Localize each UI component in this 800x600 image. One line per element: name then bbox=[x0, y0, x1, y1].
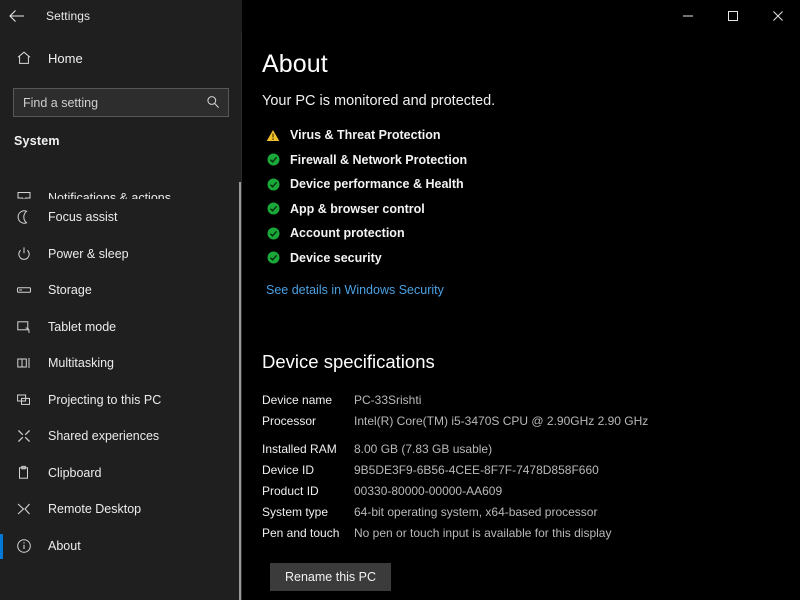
sidebar-item-about[interactable]: About bbox=[0, 528, 242, 565]
search-icon[interactable] bbox=[205, 94, 221, 110]
spec-row-device-id: Device ID 9B5DE3F9-6B56-4CEE-8F7F-7478D8… bbox=[262, 459, 732, 480]
remote-desktop-icon bbox=[15, 500, 33, 518]
sidebar-item-home[interactable]: Home bbox=[0, 43, 242, 73]
sidebar-item-shared-experiences[interactable]: Shared experiences bbox=[0, 418, 242, 455]
info-circle-icon bbox=[15, 537, 33, 555]
sidebar-item-projecting[interactable]: Projecting to this PC bbox=[0, 382, 242, 419]
settings-window: Settings Home bbox=[0, 0, 800, 600]
maximize-button[interactable] bbox=[710, 0, 755, 32]
security-status-row[interactable]: Firewall & Network Protection bbox=[262, 148, 800, 173]
search-input[interactable] bbox=[13, 88, 229, 117]
storage-icon bbox=[15, 281, 33, 299]
spec-value: PC-33Srishti bbox=[354, 391, 421, 409]
sidebar-item-label: About bbox=[48, 539, 81, 553]
spec-label: Installed RAM bbox=[262, 440, 354, 458]
search-container bbox=[13, 88, 230, 117]
sidebar-item-label: Notifications & actions bbox=[48, 191, 171, 199]
security-status-label: Account protection bbox=[290, 226, 405, 240]
sidebar-item-label: Storage bbox=[48, 283, 92, 297]
shared-experiences-icon bbox=[15, 427, 33, 445]
window-title: Settings bbox=[46, 9, 90, 23]
check-circle-icon bbox=[266, 177, 280, 191]
spec-row-device-name: Device name PC-33Srishti bbox=[262, 389, 732, 410]
sidebar-item-label: Focus assist bbox=[48, 210, 117, 224]
moon-icon bbox=[15, 208, 33, 226]
warning-triangle-icon bbox=[266, 128, 280, 142]
security-status-label: Virus & Threat Protection bbox=[290, 128, 441, 142]
sidebar-home-label: Home bbox=[48, 51, 83, 66]
spec-row-system-type: System type 64-bit operating system, x64… bbox=[262, 501, 732, 522]
spec-row-processor: Processor Intel(R) Core(TM) i5-3470S CPU… bbox=[262, 410, 732, 431]
security-status-row[interactable]: App & browser control bbox=[262, 197, 800, 222]
sidebar-item-notifications[interactable]: Notifications & actions bbox=[0, 175, 242, 199]
spec-value: 9B5DE3F9-6B56-4CEE-8F7F-7478D858F660 bbox=[354, 461, 599, 479]
spec-row-installed-ram: Installed RAM 8.00 GB (7.83 GB usable) bbox=[262, 438, 732, 459]
device-specifications-title: Device specifications bbox=[262, 351, 800, 373]
spec-row-pen-and-touch: Pen and touch No pen or touch input is a… bbox=[262, 522, 732, 543]
protection-subtitle: Your PC is monitored and protected. bbox=[262, 93, 800, 109]
sidebar-item-multitasking[interactable]: Multitasking bbox=[0, 345, 242, 382]
spec-value: 64-bit operating system, x64-based proce… bbox=[354, 503, 597, 521]
window-controls bbox=[242, 0, 800, 32]
security-status-row[interactable]: Virus & Threat Protection bbox=[262, 123, 800, 148]
spec-value: 00330-80000-00000-AA609 bbox=[354, 482, 502, 500]
sidebar-item-label: Clipboard bbox=[48, 466, 102, 480]
notifications-icon bbox=[15, 187, 33, 199]
spec-value: 8.00 GB (7.83 GB usable) bbox=[354, 440, 492, 458]
security-status-label: App & browser control bbox=[290, 202, 425, 216]
spec-value: No pen or touch input is available for t… bbox=[354, 524, 611, 542]
window-body: Home System Notifications & actions bbox=[0, 32, 800, 600]
security-status-list: Virus & Threat Protection Firewall & Net… bbox=[262, 123, 800, 270]
sidebar-item-focus-assist[interactable]: Focus assist bbox=[0, 199, 242, 236]
title-bar: Settings bbox=[0, 0, 800, 32]
security-status-row[interactable]: Device security bbox=[262, 246, 800, 271]
sidebar-item-label: Remote Desktop bbox=[48, 502, 141, 516]
sidebar-item-label: Power & sleep bbox=[48, 247, 129, 261]
spec-label: Device name bbox=[262, 391, 354, 409]
sidebar-item-label: Tablet mode bbox=[48, 320, 116, 334]
sidebar-item-storage[interactable]: Storage bbox=[0, 272, 242, 309]
home-icon bbox=[15, 49, 33, 67]
security-status-label: Firewall & Network Protection bbox=[290, 153, 467, 167]
security-status-row[interactable]: Device performance & Health bbox=[262, 172, 800, 197]
close-button[interactable] bbox=[755, 0, 800, 32]
spec-label: Product ID bbox=[262, 482, 354, 500]
spec-value: Intel(R) Core(TM) i5-3470S CPU @ 2.90GHz… bbox=[354, 412, 648, 430]
main-content: About Your PC is monitored and protected… bbox=[242, 32, 800, 600]
windows-security-details-link[interactable]: See details in Windows Security bbox=[266, 283, 444, 297]
sidebar-section-title: System bbox=[0, 134, 242, 148]
device-specifications-table: Device name PC-33Srishti Processor Intel… bbox=[262, 389, 732, 543]
sidebar-item-label: Projecting to this PC bbox=[48, 393, 161, 407]
sidebar: Home System Notifications & actions bbox=[0, 32, 242, 600]
security-status-label: Device performance & Health bbox=[290, 177, 464, 191]
clipboard-icon bbox=[15, 464, 33, 482]
sidebar-item-label: Shared experiences bbox=[48, 429, 159, 443]
tablet-icon bbox=[15, 318, 33, 336]
spec-row-product-id: Product ID 00330-80000-00000-AA609 bbox=[262, 480, 732, 501]
title-bar-left: Settings bbox=[0, 0, 242, 32]
sidebar-item-label: Multitasking bbox=[48, 356, 114, 370]
spec-label: Device ID bbox=[262, 461, 354, 479]
check-circle-icon bbox=[266, 202, 280, 216]
power-icon bbox=[15, 245, 33, 263]
spec-label: System type bbox=[262, 503, 354, 521]
check-circle-icon bbox=[266, 251, 280, 265]
multitasking-icon bbox=[15, 354, 33, 372]
rename-this-pc-button[interactable]: Rename this PC bbox=[270, 563, 391, 591]
minimize-button[interactable] bbox=[665, 0, 710, 32]
spec-label: Processor bbox=[262, 412, 354, 430]
projecting-icon bbox=[15, 391, 33, 409]
sidebar-item-tablet-mode[interactable]: Tablet mode bbox=[0, 309, 242, 346]
back-arrow-icon[interactable] bbox=[0, 0, 34, 32]
sidebar-nav-list: Notifications & actions Focus assist Pow… bbox=[0, 175, 242, 600]
security-status-row[interactable]: Account protection bbox=[262, 221, 800, 246]
check-circle-icon bbox=[266, 153, 280, 167]
sidebar-item-clipboard[interactable]: Clipboard bbox=[0, 455, 242, 492]
sidebar-item-remote-desktop[interactable]: Remote Desktop bbox=[0, 491, 242, 528]
spec-label: Pen and touch bbox=[262, 524, 354, 542]
security-status-label: Device security bbox=[290, 251, 382, 265]
page-title: About bbox=[262, 50, 800, 79]
sidebar-item-power-sleep[interactable]: Power & sleep bbox=[0, 236, 242, 273]
check-circle-icon bbox=[266, 226, 280, 240]
